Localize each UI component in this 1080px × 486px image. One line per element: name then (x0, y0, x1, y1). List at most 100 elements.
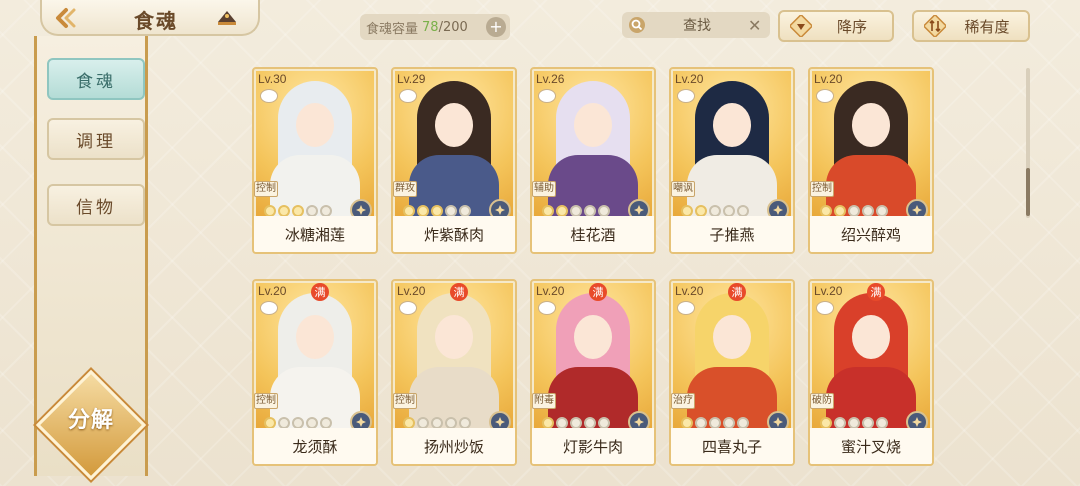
chat-bubble-icon (538, 301, 556, 315)
food-soul-card[interactable]: Lv.20 控制 绍兴醉鸡 (808, 67, 934, 254)
role-tag: 控制 (810, 181, 834, 197)
sort-swap-icon (924, 15, 946, 37)
role-tag: 破防 (810, 393, 834, 409)
emblem-icon (495, 205, 505, 215)
max-badge: 满 (589, 283, 607, 301)
scrollbar[interactable] (1026, 68, 1030, 218)
card-name: 子推燕 (671, 216, 793, 252)
level-label: Lv.20 (258, 284, 287, 298)
portrait-face (713, 315, 751, 359)
chat-bubble-icon (677, 89, 695, 103)
chat-bubble-icon (816, 301, 834, 315)
level-label: Lv.20 (814, 72, 843, 86)
card-name: 蜜汁叉烧 (810, 428, 932, 464)
emblem-icon (356, 205, 366, 215)
page-title: 食魂 (134, 9, 178, 33)
chat-bubble-icon (260, 301, 278, 315)
role-tag: 控制 (254, 181, 278, 197)
emblem-icon (912, 417, 922, 427)
role-tag: 控制 (393, 393, 417, 409)
level-label: Lv.20 (536, 284, 565, 298)
food-soul-card[interactable]: Lv.30 控制 冰糖湘莲 (252, 67, 378, 254)
card-name: 灯影牛肉 (532, 428, 654, 464)
emblem-icon (773, 205, 783, 215)
capacity-total: /200 (438, 19, 468, 35)
scroll-thumb[interactable] (1026, 168, 1030, 216)
role-tag: 嘲讽 (671, 181, 695, 197)
portrait-face (435, 103, 473, 147)
card-name: 桂花酒 (532, 216, 654, 252)
level-label: Lv.20 (675, 284, 704, 298)
max-badge: 满 (311, 283, 329, 301)
sort-order-button[interactable]: 降序 (778, 10, 894, 42)
portrait-face (296, 103, 334, 147)
food-soul-card[interactable]: Lv.20 满 控制 龙须酥 (252, 279, 378, 466)
food-soul-card[interactable]: Lv.26 辅助 桂花酒 (530, 67, 656, 254)
decompose-label: 分解 (67, 408, 114, 433)
portrait-face (296, 315, 334, 359)
search-label: 查找 (683, 18, 711, 34)
emblem-icon (634, 417, 644, 427)
sort-order-label: 降序 (836, 17, 867, 36)
card-name: 四喜丸子 (671, 428, 793, 464)
sidebar-item-conditioning[interactable]: 调理 (47, 118, 145, 160)
role-tag: 附毒 (532, 393, 556, 409)
search-box[interactable]: 查找 ✕ (622, 12, 770, 38)
sort-rarity-button[interactable]: 稀有度 (912, 10, 1030, 42)
max-badge: 满 (867, 283, 885, 301)
food-soul-card[interactable]: Lv.20 满 破防 蜜汁叉烧 (808, 279, 934, 466)
card-name: 龙须酥 (254, 428, 376, 464)
level-label: Lv.20 (675, 72, 704, 86)
capacity-label: 食魂容量 (366, 21, 419, 37)
chat-bubble-icon (816, 89, 834, 103)
back-arrow-icon (56, 8, 76, 28)
food-soul-card[interactable]: Lv.20 满 控制 扬州炒饭 (391, 279, 517, 466)
emblem-icon (495, 417, 505, 427)
capacity-current: 78 (422, 19, 439, 35)
emblem-icon (356, 417, 366, 427)
search-clear-icon[interactable]: ✕ (748, 16, 766, 35)
card-name: 炸紫酥肉 (393, 216, 515, 252)
food-soul-card[interactable]: Lv.29 群攻 炸紫酥肉 (391, 67, 517, 254)
food-soul-card[interactable]: Lv.20 满 附毒 灯影牛肉 (530, 279, 656, 466)
role-tag: 控制 (254, 393, 278, 409)
portrait-face (852, 315, 890, 359)
chat-bubble-icon (538, 89, 556, 103)
card-name: 冰糖湘莲 (254, 216, 376, 252)
chef-hat-icon (218, 11, 236, 25)
sidebar-item-tokens[interactable]: 信物 (47, 184, 145, 226)
chat-bubble-icon (677, 301, 695, 315)
chat-bubble-icon (399, 301, 417, 315)
level-label: Lv.26 (536, 72, 565, 86)
search-icon (629, 17, 645, 33)
max-badge: 满 (450, 283, 468, 301)
sidebar-item-food-souls[interactable]: 食魂 (47, 58, 145, 100)
level-label: Lv.30 (258, 72, 287, 86)
portrait-face (852, 103, 890, 147)
level-label: Lv.20 (397, 284, 426, 298)
portrait-face (435, 315, 473, 359)
portrait-face (574, 315, 612, 359)
food-soul-card[interactable]: Lv.20 嘲讽 子推燕 (669, 67, 795, 254)
add-capacity-button[interactable]: + (486, 17, 506, 37)
portrait-face (713, 103, 751, 147)
emblem-icon (634, 205, 644, 215)
emblem-icon (773, 417, 783, 427)
food-soul-card[interactable]: Lv.20 满 治疗 四喜丸子 (669, 279, 795, 466)
level-label: Lv.29 (397, 72, 426, 86)
card-name: 绍兴醉鸡 (810, 216, 932, 252)
chat-bubble-icon (399, 89, 417, 103)
capacity-display: 食魂容量 78 /200 + (360, 14, 510, 40)
max-badge: 满 (728, 283, 746, 301)
card-name: 扬州炒饭 (393, 428, 515, 464)
role-tag: 群攻 (393, 181, 417, 197)
portrait-face (574, 103, 612, 147)
emblem-icon (912, 205, 922, 215)
chat-bubble-icon (260, 89, 278, 103)
back-button[interactable] (44, 4, 88, 32)
role-tag: 辅助 (532, 181, 556, 197)
descending-icon (790, 15, 812, 37)
food-soul-grid: Lv.30 控制 冰糖湘莲 Lv.29 群攻 炸紫酥肉 Lv.26 辅助 桂花酒… (252, 67, 942, 467)
level-label: Lv.20 (814, 284, 843, 298)
role-tag: 治疗 (671, 393, 695, 409)
